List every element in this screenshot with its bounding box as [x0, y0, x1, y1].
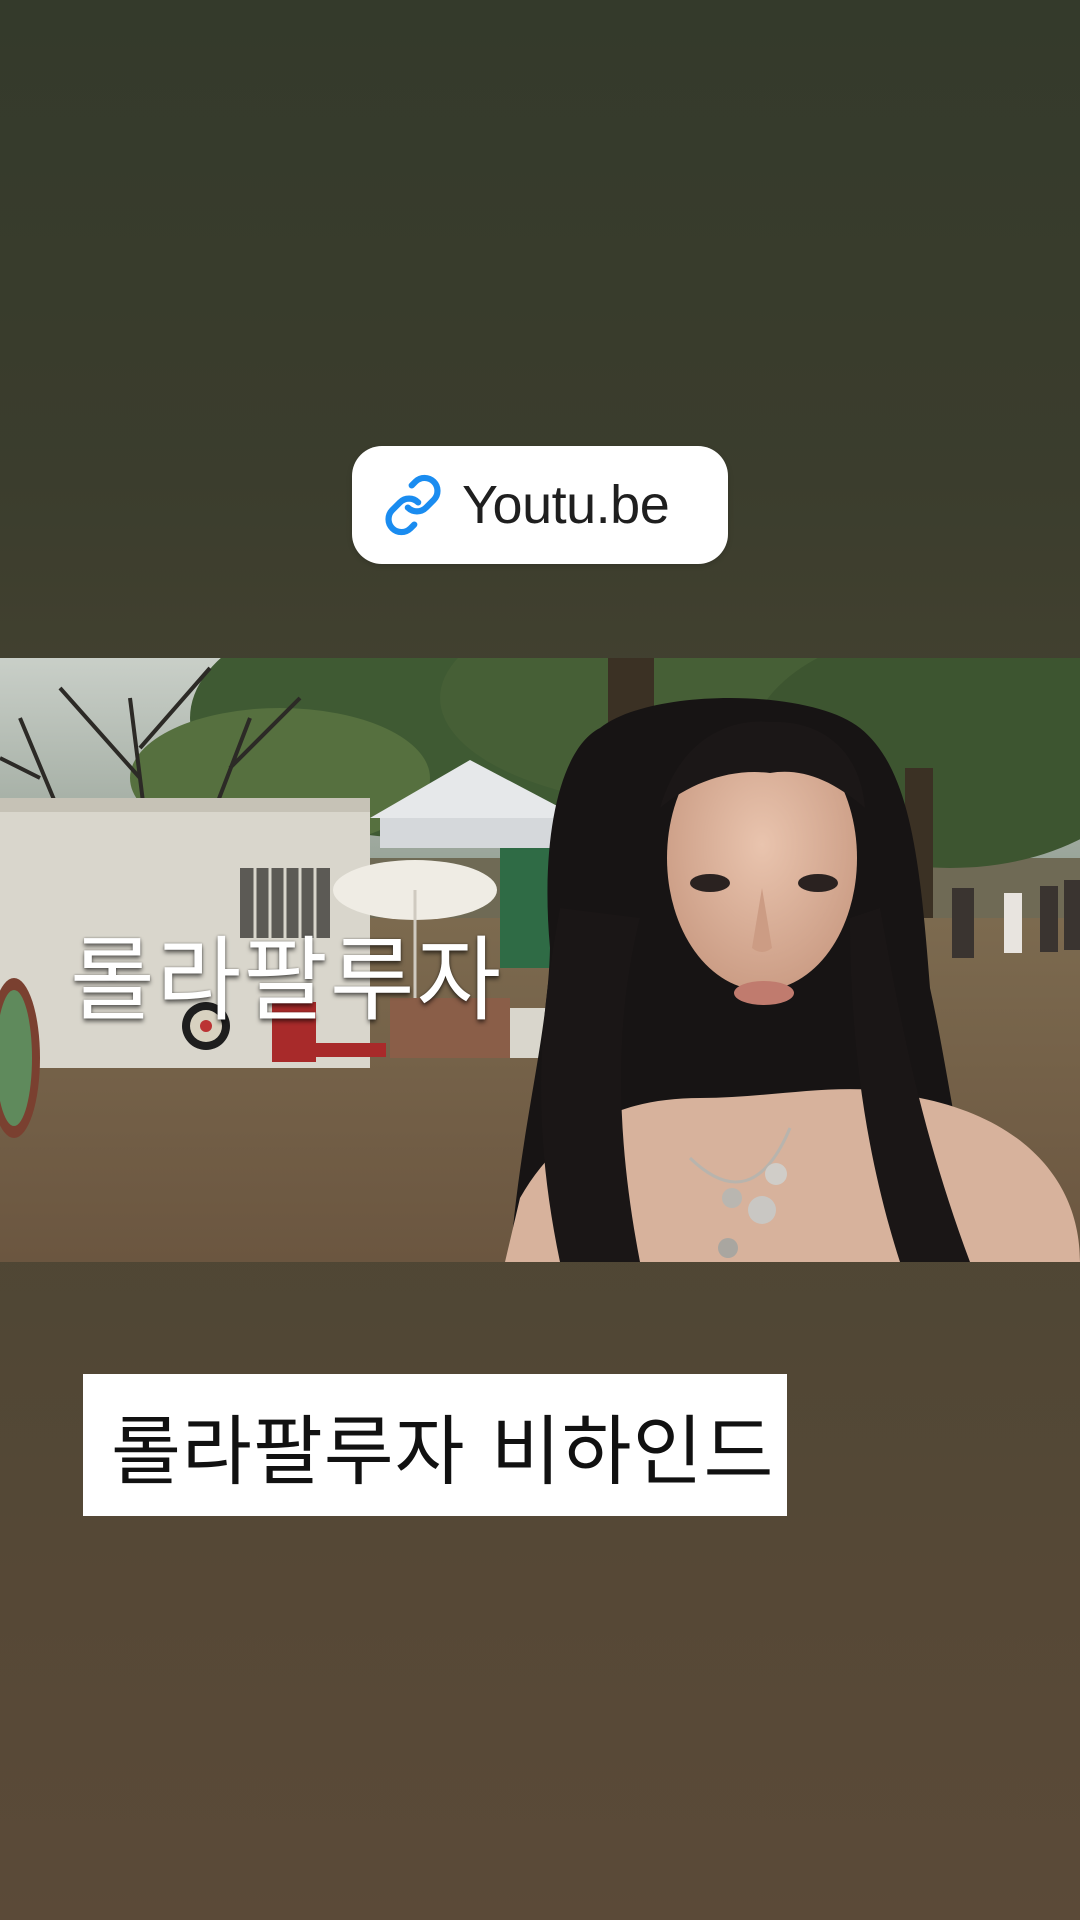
link-icon — [382, 474, 444, 536]
link-sticker[interactable]: Youtu.be — [352, 446, 728, 564]
caption-text: 롤라팔루자 비하인드 — [111, 1407, 775, 1496]
link-label: Youtu.be — [462, 475, 670, 535]
video-overlay-title: 롤라팔루자 — [70, 927, 504, 1034]
video-thumbnail[interactable]: 롤라팔루자 — [0, 658, 1080, 1262]
caption-box: 롤라팔루자 비하인드 — [83, 1374, 787, 1516]
